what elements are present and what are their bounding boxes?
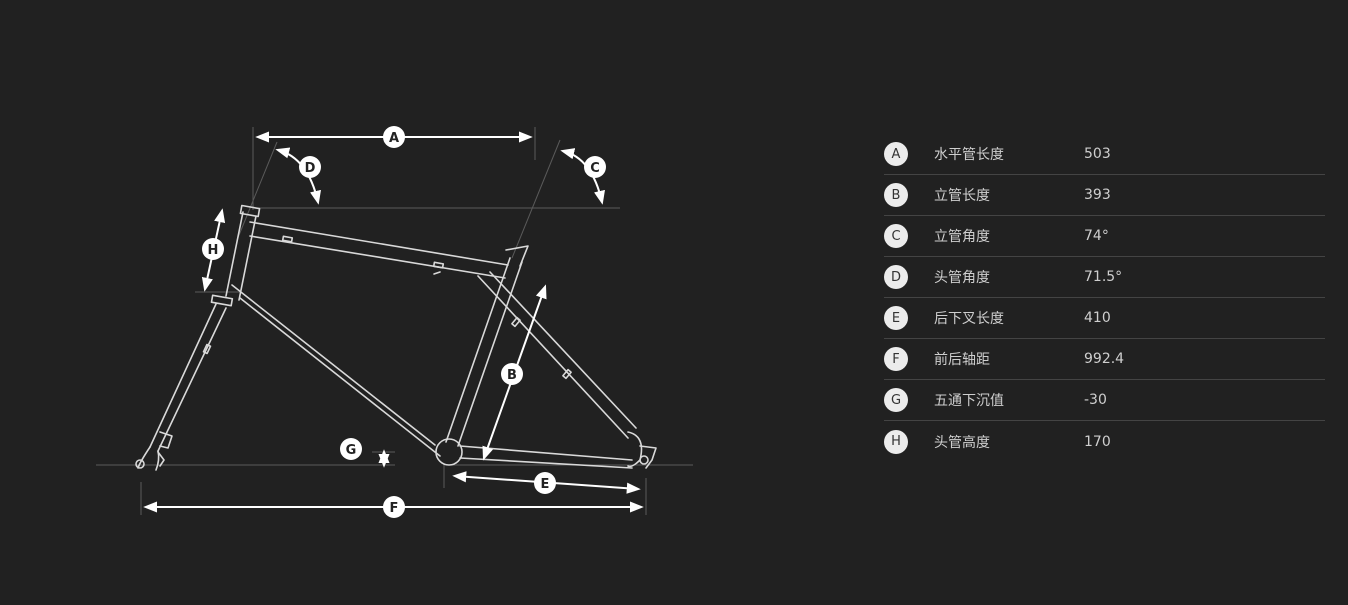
- spec-row-h: H 头管高度 170: [884, 421, 1325, 462]
- svg-text:G: G: [346, 443, 357, 458]
- svg-text:F: F: [390, 501, 399, 516]
- spec-row-g: G 五通下沉值 -30: [884, 380, 1325, 421]
- spec-value: 410: [1084, 310, 1111, 326]
- dimension-labels: A B C D E F G H: [202, 126, 606, 518]
- reference-lines: [96, 127, 693, 515]
- spec-name: 头管角度: [934, 270, 990, 286]
- spec-value: 393: [1084, 187, 1111, 203]
- spec-row-d: D 头管角度 71.5°: [884, 257, 1325, 298]
- spec-row-a: A 水平管长度 503: [884, 134, 1325, 175]
- bike-frame-geometry-diagram: A B C D E F G H: [96, 126, 693, 518]
- spec-row-b: B 立管长度 393: [884, 175, 1325, 216]
- svg-text:A: A: [389, 131, 399, 146]
- spec-value: 71.5°: [1084, 269, 1123, 285]
- spec-key-badge: G: [884, 388, 908, 412]
- spec-value: -30: [1084, 392, 1107, 408]
- spec-value: 74°: [1084, 228, 1109, 244]
- geometry-spec-table: A 水平管长度 503 B 立管长度 393 C 立管角度 74° D 头管角度…: [884, 134, 1325, 462]
- spec-name: 后下叉长度: [934, 311, 1004, 327]
- spec-name: 立管角度: [934, 229, 990, 245]
- spec-key-badge: B: [884, 183, 908, 207]
- label-g: G: [340, 438, 362, 460]
- spec-key-badge: H: [884, 429, 908, 454]
- spec-key-badge: E: [884, 306, 908, 330]
- spec-name: 头管高度: [934, 434, 990, 451]
- spec-row-c: C 立管角度 74°: [884, 216, 1325, 257]
- label-e: E: [534, 472, 556, 494]
- spec-key-badge: F: [884, 347, 908, 371]
- spec-name: 前后轴距: [934, 352, 990, 368]
- spec-value: 992.4: [1084, 351, 1125, 367]
- spec-key-badge: D: [884, 265, 908, 289]
- spec-value: 170: [1084, 433, 1111, 450]
- svg-text:H: H: [208, 243, 219, 258]
- spec-value: 503: [1084, 146, 1111, 162]
- spec-key-badge: C: [884, 224, 908, 248]
- spec-name: 五通下沉值: [934, 393, 1004, 409]
- label-b: B: [501, 363, 523, 385]
- label-d: D: [299, 156, 321, 178]
- spec-key-badge: A: [884, 142, 908, 166]
- svg-text:E: E: [541, 477, 550, 492]
- label-a: A: [383, 126, 405, 148]
- label-c: C: [584, 156, 606, 178]
- label-h: H: [202, 238, 224, 260]
- svg-text:B: B: [507, 368, 517, 383]
- svg-text:C: C: [590, 161, 600, 176]
- spec-name: 立管长度: [934, 188, 990, 204]
- spec-row-f: F 前后轴距 992.4: [884, 339, 1325, 380]
- label-f: F: [383, 496, 405, 518]
- spec-row-e: E 后下叉长度 410: [884, 298, 1325, 339]
- spec-name: 水平管长度: [934, 147, 1004, 163]
- svg-text:D: D: [305, 161, 316, 176]
